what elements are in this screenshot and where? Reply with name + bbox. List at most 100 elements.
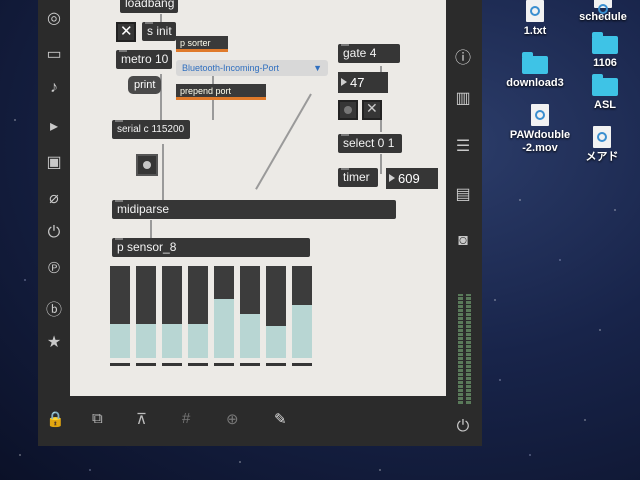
star-icon[interactable]: ★ (41, 332, 67, 352)
bang-circle (344, 106, 352, 114)
desktop-icon-label-line2: -2.mov (522, 142, 558, 154)
slider-fill (162, 266, 182, 324)
media-icon[interactable]: ▸ (41, 116, 67, 136)
slider-fill (188, 266, 208, 324)
music-note-icon[interactable]: ♪ (41, 79, 67, 97)
gate-object[interactable]: gate 4 (338, 44, 400, 63)
bottom-toolbar: 🔒 ⧉ ⊼ # ⊕ ✎ (38, 396, 446, 446)
reference-icon[interactable]: ▤ (450, 184, 476, 204)
slider-base (162, 363, 182, 366)
bang-button-small[interactable] (338, 100, 358, 120)
patcher-canvas[interactable]: loadbang ✕ s init metro 10 print p sorte… (70, 0, 446, 396)
select-object[interactable]: select 0 1 (338, 134, 402, 153)
port-menu[interactable]: Bluetooth-Incoming-Port ▼ (176, 60, 328, 76)
sensor-slider[interactable] (136, 266, 156, 366)
sensor-slider[interactable] (188, 266, 208, 366)
right-sidebar: ⓘ ▥ ☰ ▤ ◙ ⏻ (446, 0, 482, 446)
left-sidebar: ◎ ▭ ♪ ▸ ▣ ⌀ ⏻ ℗ ⓑ ★ (38, 0, 70, 389)
grid-icon[interactable]: # (182, 410, 190, 427)
level-meter-left (458, 294, 463, 404)
windows-icon[interactable]: ⧉ (92, 410, 103, 427)
image-icon[interactable]: ▣ (41, 152, 67, 172)
document-icon (594, 0, 612, 14)
lock-icon[interactable]: 🔒 (46, 410, 65, 428)
p-icon[interactable]: ℗ (41, 260, 67, 278)
desktop-icon-meado[interactable]: メアド (582, 126, 622, 164)
slider-fill (292, 266, 312, 305)
paperclip-icon[interactable]: ⌀ (41, 188, 67, 208)
patch-cord (380, 154, 382, 174)
max-patcher-window: ◎ ▭ ♪ ▸ ▣ ⌀ ⏻ ℗ ⓑ ★ loadbang ✕ s init me… (38, 0, 482, 446)
slider-fill (136, 266, 156, 324)
serial-object[interactable]: serial c 115200 (112, 120, 190, 139)
presentation-mode-icon[interactable]: ⊼ (136, 410, 147, 428)
slider-fill (266, 266, 286, 326)
slider-base (136, 363, 156, 366)
sensor-slider[interactable] (214, 266, 234, 366)
midiparse-object[interactable]: midiparse (112, 200, 396, 219)
desktop-icon-label: PAWdouble (509, 129, 571, 141)
close-icon: ✕ (366, 100, 378, 116)
folder-icon (522, 52, 548, 74)
slider-fill (240, 266, 260, 314)
book-open-icon[interactable]: ▥ (450, 88, 476, 108)
presentation-icon[interactable]: ▭ (41, 44, 67, 64)
slider-fill (110, 266, 130, 324)
number-box-609[interactable]: 609 (386, 168, 438, 189)
slider-base (110, 363, 130, 366)
document-icon (531, 104, 549, 126)
print-object[interactable]: print (128, 76, 162, 94)
desktop-icon-schedule[interactable]: schedule (572, 0, 634, 24)
bang-button[interactable] (136, 154, 158, 176)
desktop-icon-pawdouble[interactable]: PAWdouble -2.mov (502, 104, 578, 155)
list-icon[interactable]: ☰ (450, 136, 476, 156)
slider-fill (214, 266, 234, 300)
timer-object[interactable]: timer (338, 168, 378, 187)
slider-base (240, 363, 260, 366)
snap-icon[interactable]: ⊕ (226, 410, 239, 428)
bang-circle (143, 161, 151, 169)
desktop-icon-1txt[interactable]: 1.txt (516, 0, 554, 38)
metro-object[interactable]: metro 10 (116, 50, 172, 69)
b-icon[interactable]: ⓑ (41, 296, 67, 320)
desktop-icon-label: ASL (594, 99, 616, 111)
wrench-icon[interactable]: ✎ (274, 410, 287, 428)
patch-cord (162, 144, 164, 204)
p-sorter-object[interactable]: p sorter (176, 36, 228, 52)
sensor-slider[interactable] (292, 266, 312, 366)
toggle-x-small[interactable]: ✕ (362, 100, 382, 120)
level-meter-right (466, 294, 471, 404)
desktop-icon-1106[interactable]: 1106 (586, 32, 624, 70)
sensor-slider[interactable] (110, 266, 130, 366)
prepend-port-object[interactable]: prepend port (176, 84, 266, 100)
desktop-icon-label: 1.txt (523, 25, 547, 37)
slider-base (292, 363, 312, 366)
folder-icon (592, 74, 618, 96)
slider-base (188, 363, 208, 366)
document-icon (593, 126, 611, 148)
folder-icon (592, 32, 618, 54)
s-init-object[interactable]: s init (142, 22, 176, 41)
camera-icon[interactable]: ◙ (450, 232, 476, 250)
sensor-slider[interactable] (266, 266, 286, 366)
number-box-47[interactable]: 47 (338, 72, 388, 93)
desktop-icon-label: download3 (506, 77, 564, 89)
desktop-icon-label: 1106 (593, 57, 617, 69)
document-icon (526, 0, 544, 22)
close-icon: ✕ (120, 23, 133, 40)
target-icon[interactable]: ◎ (41, 8, 67, 28)
port-menu-label: Bluetooth-Incoming-Port (182, 63, 280, 73)
plug-icon[interactable]: ⏻ (41, 224, 67, 242)
patch-cord (255, 93, 312, 190)
p-sensor-8-object[interactable]: p sensor_8 (112, 238, 310, 257)
loadbang-object[interactable]: loadbang (120, 0, 178, 13)
info-icon[interactable]: ⓘ (450, 44, 476, 68)
power-icon[interactable]: ⏻ (450, 418, 476, 436)
slider-base (266, 363, 286, 366)
desktop-icon-download3[interactable]: download3 (500, 52, 570, 90)
desktop-icon-asl[interactable]: ASL (586, 74, 624, 112)
chevron-down-icon: ▼ (313, 63, 322, 73)
toggle-x[interactable]: ✕ (116, 22, 136, 42)
sensor-slider[interactable] (162, 266, 182, 366)
sensor-slider[interactable] (240, 266, 260, 366)
